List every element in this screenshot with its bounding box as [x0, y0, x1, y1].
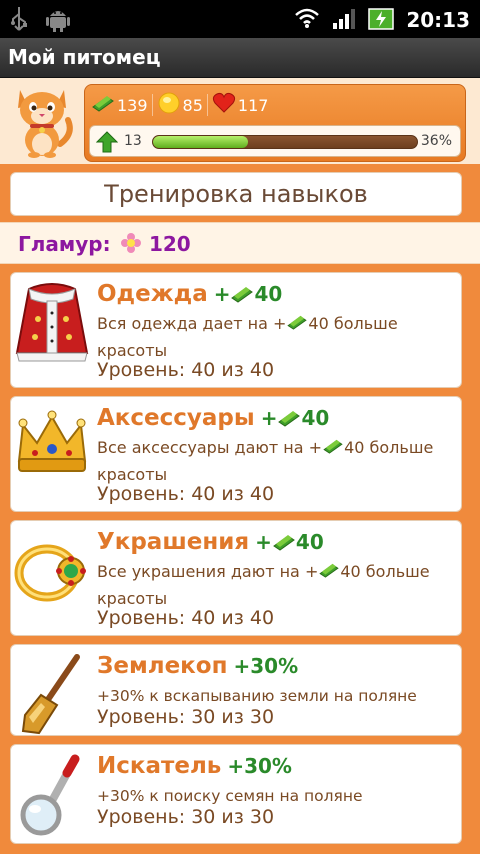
android-icon	[46, 6, 70, 36]
usb-icon	[10, 6, 28, 36]
level-number: 13	[124, 133, 142, 149]
desc-value: 40	[308, 314, 329, 333]
robe-icon	[13, 279, 91, 365]
skill-card-digger[interactable]: Землекоп +30% +30% к вскапыванию земли на…	[10, 644, 462, 736]
divider	[151, 94, 153, 116]
skill-title: Аксессуары	[97, 405, 255, 431]
progress-bar	[152, 135, 418, 149]
skill-level: Уровень: 40 из 40	[97, 359, 275, 381]
ring-icon	[13, 527, 91, 613]
skill-card-clothes[interactable]: Одежда +40 Вся одежда дает на +40 больше …	[10, 272, 462, 388]
skills-panel: Тренировка навыков Гламур: 120 Одежда +40	[0, 164, 480, 854]
battery-icon	[368, 6, 395, 34]
skill-card-jewelry[interactable]: Украшения +40 Все украшения дают на +40 б…	[10, 520, 462, 636]
shovel-icon	[13, 651, 91, 737]
skill-bonus: +30%	[233, 654, 299, 678]
hearts-stat[interactable]: 117	[212, 92, 273, 118]
desc-value: 40	[340, 562, 361, 581]
skill-title: Землекоп	[97, 653, 228, 679]
money-icon	[322, 436, 344, 462]
desc-prefix: Все аксессуары дают на +	[97, 438, 323, 457]
app-title: Мой питомец	[8, 45, 161, 69]
skill-name: Одежда +40	[97, 281, 282, 308]
coins-value: 85	[182, 95, 203, 115]
desc-prefix: Все украшения дают на +	[97, 562, 319, 581]
progress-fill	[153, 136, 249, 148]
level-progress: 13 36%	[89, 125, 461, 157]
skill-bonus: +40	[213, 282, 283, 308]
glamour-flower-icon	[120, 233, 149, 259]
clock: 20:13	[406, 8, 470, 32]
skill-name: Землекоп +30%	[97, 653, 298, 679]
money-icon	[91, 93, 115, 117]
heart-icon	[212, 92, 236, 118]
money-icon	[277, 408, 301, 432]
skill-description: Вся одежда дает на +40 больше красоты	[97, 311, 453, 364]
skill-title: Украшения	[97, 529, 250, 555]
money-icon	[286, 312, 308, 338]
magnifier-icon	[13, 751, 91, 837]
desc-prefix: Вся одежда дает на +	[97, 314, 287, 333]
skill-name: Искатель +30%	[97, 753, 292, 779]
currency-row: 139 85 117	[91, 91, 272, 119]
money-value: 139	[117, 95, 148, 115]
section-title: Тренировка навыков	[10, 172, 462, 216]
coin-icon	[157, 92, 181, 118]
money-stat[interactable]: 139	[91, 93, 152, 117]
title-bar: Мой питомец	[0, 38, 480, 78]
wifi-icon	[294, 7, 320, 33]
skill-bonus: +40	[260, 406, 330, 432]
divider	[206, 94, 208, 116]
skill-level: Уровень: 30 из 30	[97, 806, 275, 828]
level-up-arrow-icon	[95, 131, 119, 157]
pet-header: 139 85 117 13 36%	[0, 78, 480, 164]
skill-description: Все аксессуары дают на +40 больше красот…	[97, 435, 453, 488]
glamour-label: Гламур:	[18, 232, 111, 256]
skill-title: Искатель	[97, 753, 222, 779]
skill-level: Уровень: 40 из 40	[97, 607, 275, 629]
progress-percent: 36%	[420, 133, 452, 149]
skill-bonus: +30%	[227, 754, 292, 778]
money-icon	[230, 284, 254, 308]
skill-name: Аксессуары +40	[97, 405, 329, 432]
skill-card-accessories[interactable]: Аксессуары +40 Все аксессуары дают на + 40…	[10, 396, 462, 512]
crown-icon	[13, 403, 91, 489]
skill-title: Одежда	[97, 281, 208, 307]
glamour-row: Гламур: 120	[0, 222, 480, 264]
skill-level: Уровень: 30 из 30	[97, 706, 275, 728]
skill-bonus-value: 40	[254, 282, 283, 306]
skill-bonus-value: 40	[295, 530, 324, 554]
money-icon	[272, 532, 296, 556]
stats-panel: 139 85 117 13 36%	[84, 84, 466, 162]
hearts-value: 117	[237, 95, 269, 115]
skill-bonus: +40	[255, 530, 324, 554]
pet-avatar[interactable]	[8, 84, 76, 158]
skill-bonus-value: 40	[301, 406, 330, 430]
status-bar: 20:13	[0, 0, 480, 38]
coins-stat[interactable]: 85	[157, 92, 207, 118]
glamour-value: 120	[148, 232, 191, 256]
glamour-value-wrap: 120	[120, 232, 191, 259]
signal-icon	[332, 7, 356, 33]
skill-card-seeker[interactable]: Искатель +30% +30% к поиску семян на поля…	[10, 744, 462, 844]
desc-value: 40	[344, 438, 365, 457]
skill-description: Все украшения дают на +40 больше красоты	[97, 559, 453, 612]
skill-level: Уровень: 40 из 40	[97, 483, 275, 505]
skill-name: Украшения +40	[97, 529, 324, 556]
money-icon	[318, 560, 340, 586]
